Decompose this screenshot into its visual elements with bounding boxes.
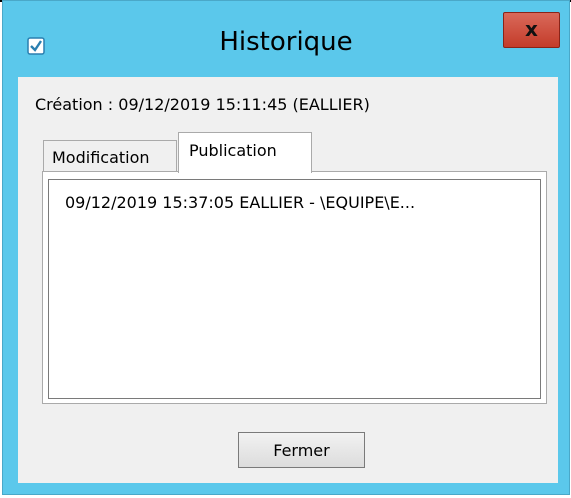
tab-label: Modification [52, 148, 150, 167]
title-bar[interactable]: Historique x [3, 1, 569, 87]
dialog-content: Création : 09/12/2019 15:11:45 (EALLIER)… [18, 77, 558, 483]
close-window-button[interactable]: x [503, 12, 560, 48]
tab-label: Publication [189, 141, 277, 160]
tab-publication[interactable]: Publication [178, 132, 312, 173]
tab-modification[interactable]: Modification [43, 140, 177, 171]
history-dialog: Historique x Création : 09/12/2019 15:11… [2, 0, 570, 495]
fermer-button[interactable]: Fermer [238, 432, 365, 468]
history-list[interactable]: 09/12/2019 15:37:05 EALLIER - \EQUIPE\E.… [48, 179, 541, 399]
tab-panel-publication: 09/12/2019 15:37:05 EALLIER - \EQUIPE\E.… [42, 171, 547, 404]
close-icon: x [525, 17, 538, 41]
creation-info: Création : 09/12/2019 15:11:45 (EALLIER) [35, 95, 370, 114]
list-item[interactable]: 09/12/2019 15:37:05 EALLIER - \EQUIPE\E.… [65, 193, 415, 212]
dialog-title: Historique [219, 27, 353, 57]
